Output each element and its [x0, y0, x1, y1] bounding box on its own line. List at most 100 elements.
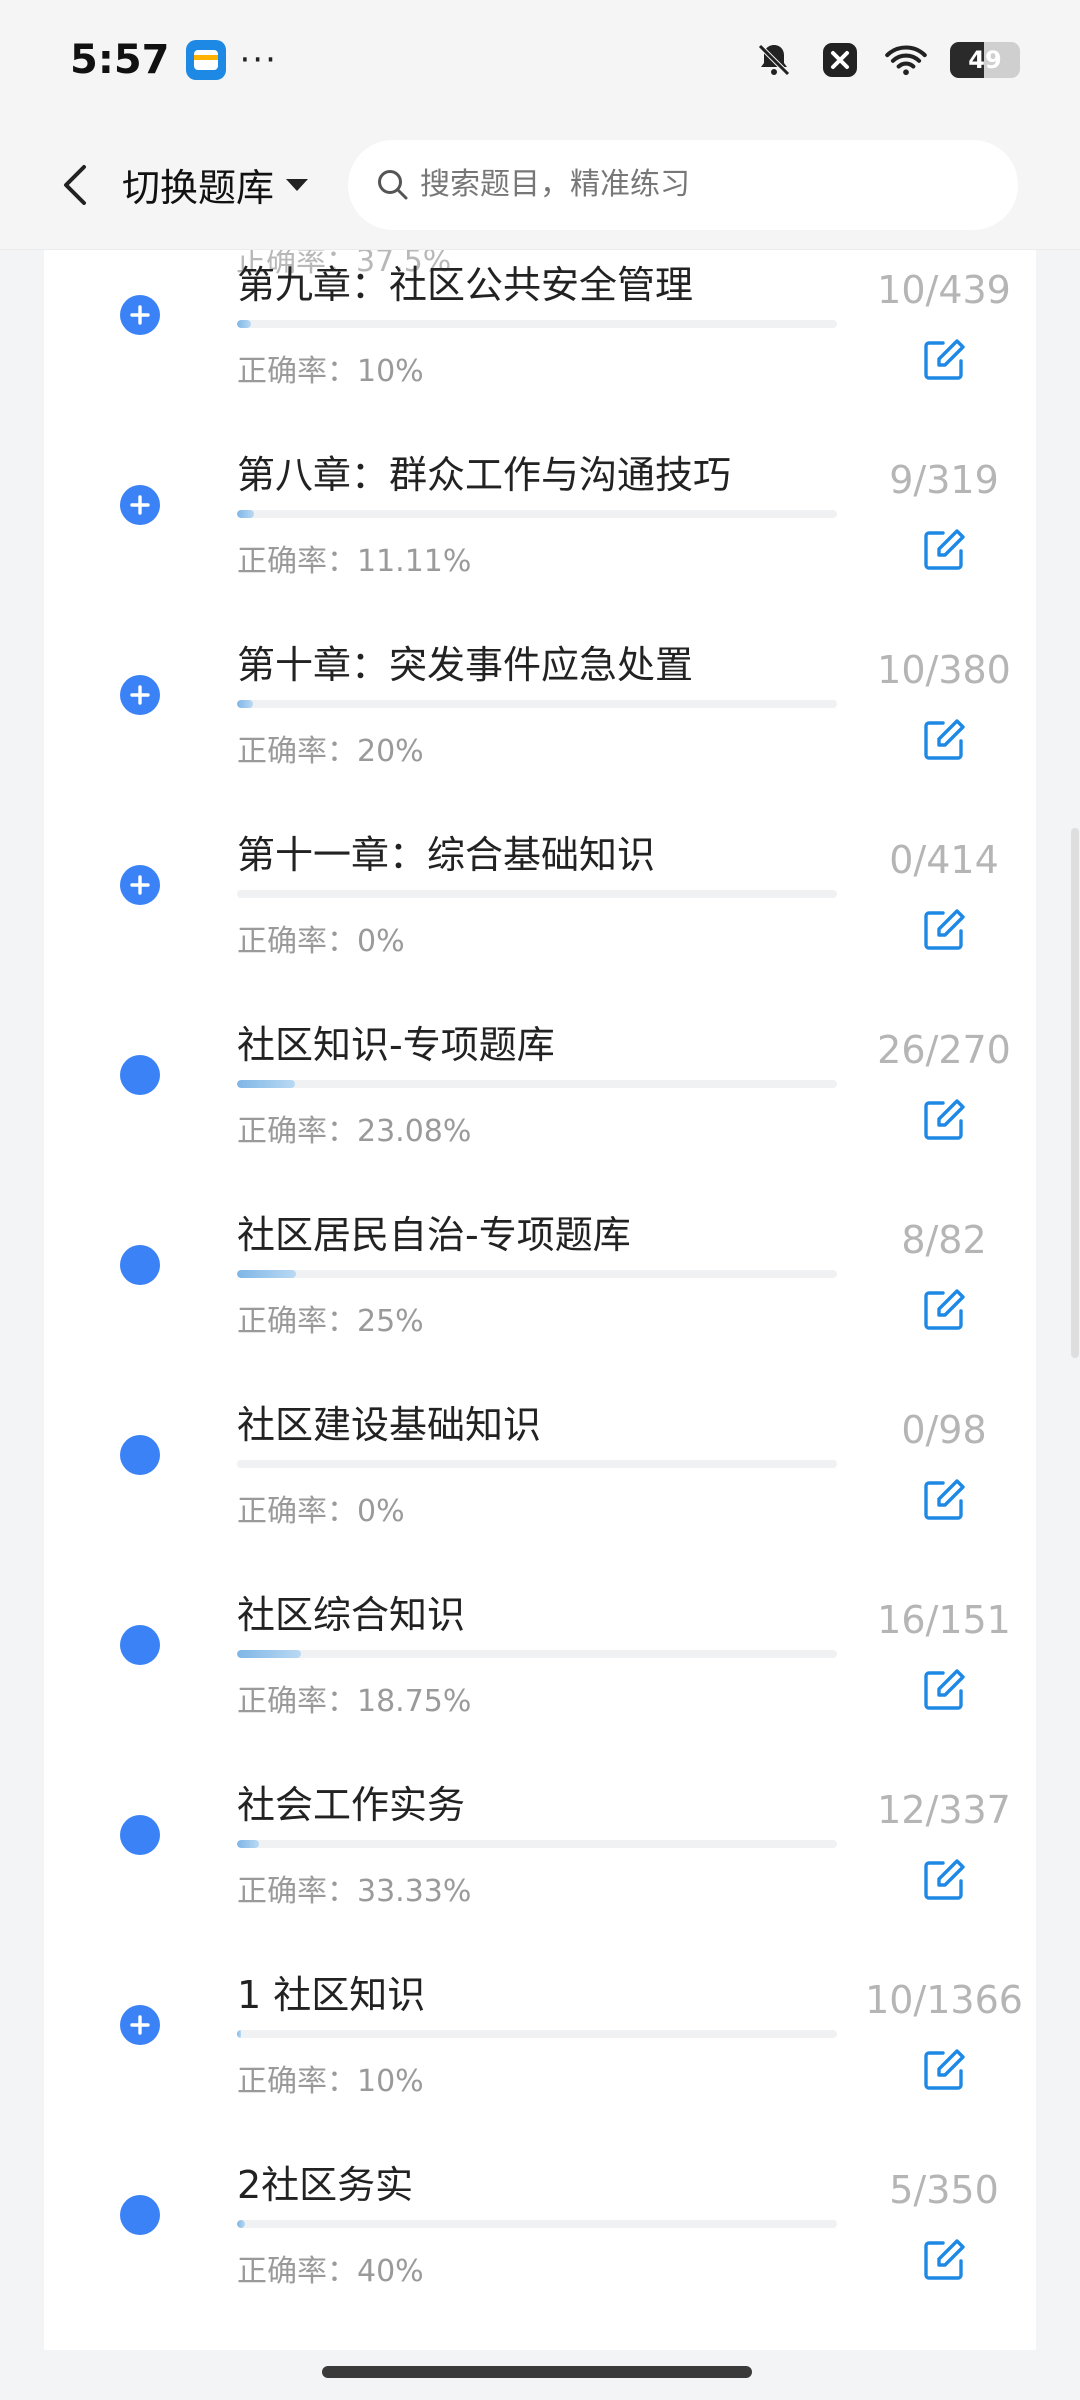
list-item[interactable]: 第十一章：综合基础知识 正确率：0% 0/414 [44, 800, 1036, 990]
accuracy-value: 0% [357, 924, 405, 959]
plus-circle-icon[interactable] [120, 865, 160, 905]
progress-fill [237, 700, 253, 708]
item-title: 社区居民自治-专项题库 [237, 1213, 631, 1257]
bell-muted-icon [752, 38, 796, 82]
accuracy-prefix: 正确率： [237, 354, 357, 389]
accuracy-value: 18.75% [357, 1684, 472, 1719]
battery-icon: 49 [950, 42, 1020, 78]
progress-bar [237, 2030, 837, 2038]
progress-bar [237, 700, 837, 708]
accuracy-prefix: 正确率： [237, 1874, 357, 1909]
accuracy-value: 0% [357, 1494, 405, 1529]
list-item[interactable]: 社区综合知识 正确率：18.75% 16/151 [44, 1560, 1036, 1750]
dot-circle-icon[interactable] [120, 1055, 160, 1095]
item-accuracy: 正确率：40% [237, 2246, 424, 2290]
item-accuracy: 正确率：10% [237, 346, 424, 390]
progress-bar [237, 1080, 837, 1088]
item-title: 2社区务实 [237, 2163, 414, 2207]
list-item[interactable]: 第九章：社区公共安全管理 正确率：10% 10/439 [44, 250, 1036, 420]
status-time: 5:57 [70, 37, 170, 83]
list-item[interactable]: 第八章：群众工作与沟通技巧 正确率：11.11% 9/319 [44, 420, 1036, 610]
home-indicator[interactable] [322, 2366, 752, 2378]
edit-button[interactable] [914, 900, 974, 960]
dot-circle-icon[interactable] [120, 1435, 160, 1475]
item-accuracy: 正确率：10% [237, 2056, 424, 2100]
list-item[interactable]: 第十章：突发事件应急处置 正确率：20% 10/380 [44, 610, 1036, 800]
edit-icon [924, 529, 965, 570]
back-button[interactable] [40, 145, 110, 225]
progress-bar [237, 1460, 837, 1468]
progress-fill [237, 510, 254, 518]
progress-bar [237, 1840, 837, 1848]
search-icon [378, 169, 408, 199]
plus-circle-icon[interactable] [120, 2005, 160, 2045]
progress-bar [237, 2220, 837, 2228]
accuracy-prefix: 正确率： [237, 2254, 357, 2289]
item-accuracy: 正确率：0% [237, 1486, 405, 1530]
accuracy-value: 25% [357, 1304, 424, 1339]
item-accuracy: 正确率：23.08% [237, 1106, 471, 1150]
accuracy-value: 23.08% [357, 1114, 472, 1149]
plus-circle-icon[interactable] [120, 485, 160, 525]
accuracy-prefix: 正确率： [237, 1684, 357, 1719]
chevron-left-icon [64, 164, 86, 205]
edit-button[interactable] [914, 1850, 974, 1910]
item-count: 10/1366 [865, 1978, 1023, 2022]
item-accuracy: 正确率：18.75% [237, 1676, 471, 1720]
list-item[interactable]: 社区居民自治-专项题库 正确率：25% 8/82 [44, 1180, 1036, 1370]
item-title: 社区综合知识 [237, 1593, 466, 1637]
progress-fill [237, 1080, 295, 1088]
scrollbar-thumb[interactable] [1071, 828, 1079, 1358]
item-count: 9/319 [889, 458, 999, 502]
list-item[interactable]: 1 社区知识 正确率：10% 10/1366 [44, 1940, 1036, 2130]
item-count: 0/98 [901, 1408, 987, 1452]
list-item[interactable]: 社会工作实务正确率：33.33% 12/337 [44, 1750, 1036, 1940]
progress-fill [237, 1650, 301, 1658]
caret-down-icon [286, 178, 309, 191]
list-item[interactable]: 2社区务实正确率：40% 5/350 [44, 2130, 1036, 2320]
list-item[interactable]: 社区建设基础知识 正确率：0% 0/98 [44, 1370, 1036, 1560]
dot-circle-icon[interactable] [120, 1815, 160, 1855]
edit-button[interactable] [914, 710, 974, 770]
edit-icon [924, 909, 965, 950]
accuracy-prefix: 正确率： [237, 924, 357, 959]
item-accuracy: 正确率：11.11% [237, 536, 471, 580]
edit-button[interactable] [914, 1660, 974, 1720]
progress-fill [237, 1270, 296, 1278]
edit-button[interactable] [914, 1280, 974, 1340]
item-count: 12/337 [877, 1788, 1011, 1832]
edit-button[interactable] [914, 520, 974, 580]
close-box-icon [818, 38, 862, 82]
edit-button[interactable] [914, 2230, 974, 2290]
dot-circle-icon[interactable] [120, 2195, 160, 2235]
item-title: 社区建设基础知识 [237, 1403, 542, 1447]
edit-button[interactable] [914, 2040, 974, 2100]
wallet-app-icon [185, 40, 226, 80]
dot-circle-icon[interactable] [120, 1245, 160, 1285]
item-title: 第十章：突发事件应急处置 [237, 643, 694, 687]
progress-fill [237, 320, 251, 328]
plus-circle-icon[interactable] [120, 295, 160, 335]
dot-circle-icon[interactable] [120, 1625, 160, 1665]
wifi-icon [884, 38, 928, 82]
question-bank-list: 正确率：37.5% 第九章：社区公共安全管理 正确率：10% 10/439 第八章：群… [44, 250, 1036, 2350]
progress-bar [237, 1650, 837, 1658]
item-count: 10/439 [877, 268, 1011, 312]
progress-fill [237, 2220, 246, 2228]
item-title: 社会工作实务 [237, 1783, 466, 1827]
edit-button[interactable] [914, 330, 974, 390]
edit-button[interactable] [914, 1470, 974, 1530]
switch-bank-dropdown[interactable]: 切换题库 [122, 157, 310, 212]
accuracy-prefix: 正确率： [237, 734, 357, 769]
list-item[interactable]: 社区知识-专项题库 正确率：23.08% 26/270 [44, 990, 1036, 1180]
item-title: 第八章：群众工作与沟通技巧 [237, 453, 732, 497]
progress-fill [237, 1840, 259, 1848]
plus-circle-icon[interactable] [120, 675, 160, 715]
search-input[interactable] [420, 167, 981, 202]
edit-button[interactable] [914, 1090, 974, 1150]
search-box[interactable] [348, 139, 1019, 230]
item-count: 5/350 [889, 2168, 999, 2212]
edit-icon [924, 2239, 965, 2280]
accuracy-value: 40% [357, 2254, 424, 2289]
accuracy-value: 33.33% [357, 1874, 472, 1909]
